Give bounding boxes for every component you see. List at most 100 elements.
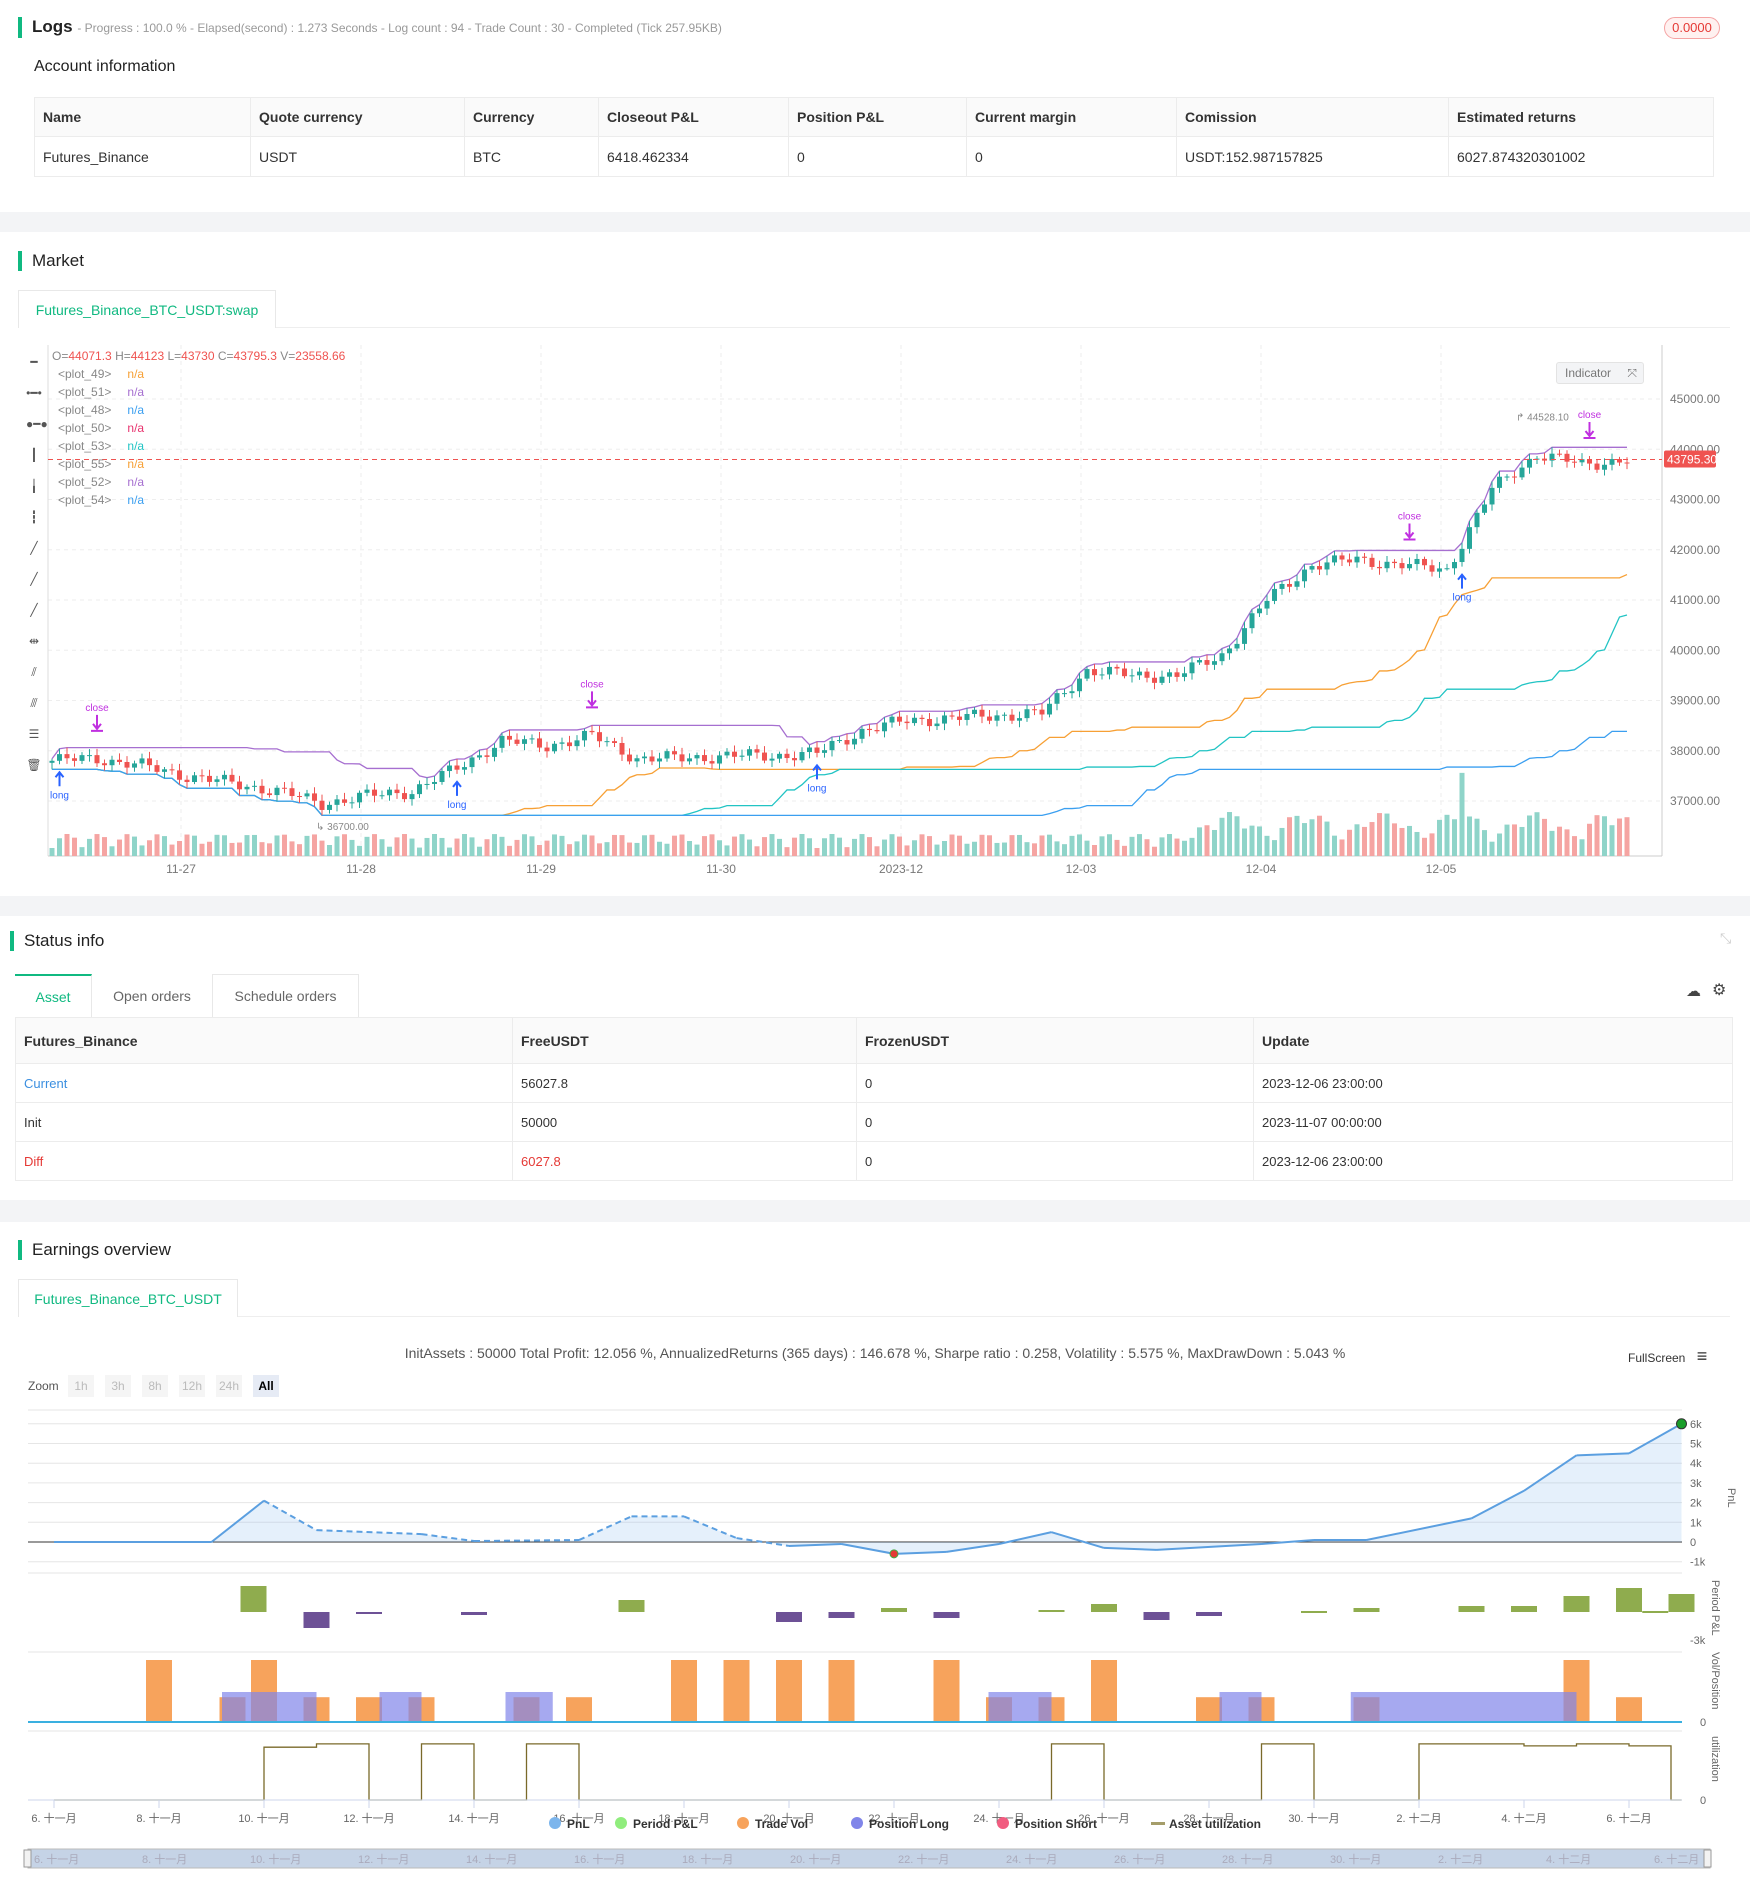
- volume-bar: [1107, 834, 1112, 856]
- price-tick-label: 37000.00: [1670, 794, 1720, 808]
- col-name: Name: [34, 97, 251, 137]
- candle-body: [852, 738, 857, 745]
- indicator-button[interactable]: Indicator ⤧: [1556, 362, 1644, 384]
- x-tick-label: 4. 十二月: [1501, 1811, 1546, 1825]
- volume-bar: [1332, 835, 1337, 856]
- candle-body: [304, 793, 310, 797]
- candle-body: [364, 789, 370, 793]
- h-label: H=: [111, 349, 131, 363]
- v-label: V=: [276, 349, 296, 363]
- navigator-handle-right[interactable]: [1703, 1849, 1712, 1868]
- tab-asset[interactable]: Asset: [15, 974, 92, 1017]
- volume-bar: [237, 842, 242, 856]
- volume-bar: [1017, 834, 1022, 856]
- period-pnl-bar: [618, 1600, 645, 1612]
- zoom-All-button[interactable]: All: [253, 1375, 279, 1397]
- volume-bar: [1579, 839, 1585, 856]
- account-row: Futures_Binance USDT BTC 6418.462334 0 0 USDT:…: [34, 136, 1714, 177]
- signal-close-label: close: [1398, 512, 1422, 523]
- volume-bar: [1369, 822, 1375, 856]
- candle-body: [87, 755, 92, 757]
- fullscreen-button[interactable]: FullScreen ≡: [1628, 1346, 1707, 1367]
- volume-bar: [1542, 818, 1547, 856]
- collapse-icon[interactable]: ⤡: [1720, 930, 1731, 947]
- date-tick-label: 11-29: [526, 862, 556, 876]
- volume-bar: [1354, 824, 1360, 856]
- long-arrow-icon: [812, 763, 822, 780]
- cell: 6027.874320301002: [1448, 136, 1714, 177]
- legend-item-label[interactable]: Position Long: [869, 1817, 949, 1831]
- legend-item-label[interactable]: Trade Vol: [755, 1817, 808, 1831]
- period-pnl-bar: [240, 1586, 267, 1612]
- candle-body: [604, 741, 610, 743]
- candle-body: [709, 761, 715, 764]
- volume-bar: [754, 846, 760, 856]
- candle-body: [1032, 709, 1037, 711]
- cell: USDT:152.987157825: [1176, 136, 1449, 177]
- volume-bar: [1092, 845, 1097, 856]
- volume-bar: [147, 840, 152, 856]
- navigator-handle-left[interactable]: [23, 1849, 32, 1868]
- tab-schedule-orders[interactable]: Schedule orders: [212, 974, 359, 1017]
- l-label: L=: [164, 349, 182, 363]
- candle-body: [319, 800, 325, 810]
- zoom-12h-button[interactable]: 12h: [179, 1375, 205, 1397]
- candle-body: [57, 754, 62, 761]
- legend-dot-icon: [737, 1817, 749, 1829]
- candle-body: [409, 794, 415, 800]
- candle-body: [349, 802, 355, 804]
- legend-item-label[interactable]: Period P&L: [633, 1817, 698, 1831]
- volume-bar: [387, 846, 392, 856]
- plot-legend-item: <plot_54> n/a: [58, 493, 144, 507]
- candle-body: [312, 793, 317, 801]
- x-tick-label: 14. 十一月: [448, 1811, 499, 1825]
- volume-bar: [1482, 830, 1487, 856]
- candle-body: [334, 799, 340, 805]
- volume-bar: [477, 846, 482, 856]
- volume-bar: [1039, 835, 1045, 856]
- volume-bar: [1287, 817, 1292, 856]
- legend-dot-icon: [615, 1817, 627, 1829]
- volume-bar: [1452, 819, 1457, 856]
- x-tick-label: 6. 十二月: [1606, 1811, 1651, 1825]
- zoom-24h-button[interactable]: 24h: [216, 1375, 242, 1397]
- volume-bar: [1257, 826, 1262, 856]
- trade-vol-bar: [933, 1660, 960, 1722]
- period-pnl-bar: [1511, 1606, 1537, 1612]
- candle-body: [1467, 527, 1472, 549]
- volume-bar: [132, 836, 137, 856]
- cloud-upload-icon[interactable]: ☁: [1686, 982, 1701, 1000]
- menu-icon[interactable]: ≡: [1697, 1346, 1708, 1366]
- candle-body: [387, 789, 392, 796]
- legend-item-label[interactable]: PnL: [567, 1817, 590, 1831]
- tab-market-symbol[interactable]: Futures_Binance_BTC_USDT:swap: [18, 290, 276, 328]
- volume-bar: [649, 834, 655, 856]
- row-label-current[interactable]: Current: [15, 1063, 513, 1103]
- zoom-1h-button[interactable]: 1h: [68, 1375, 94, 1397]
- tab-bar-line: [18, 1316, 1730, 1317]
- candle-body: [619, 742, 625, 755]
- volume-bar: [919, 834, 925, 856]
- legend-item-label[interactable]: Asset utilization: [1169, 1817, 1261, 1831]
- zoom-8h-button[interactable]: 8h: [142, 1375, 168, 1397]
- date-tick-label: 11-28: [346, 862, 376, 876]
- fullscreen-icon[interactable]: ⤧: [1627, 363, 1637, 383]
- volume-bar: [994, 842, 1000, 856]
- volume-bar: [724, 845, 730, 856]
- volume-bar: [799, 834, 805, 856]
- market-chart[interactable]: 45000.0044000.0043000.0042000.0041000.00…: [0, 340, 1750, 880]
- candle-body: [1399, 563, 1405, 569]
- period-pnl-bar: [828, 1612, 855, 1618]
- earnings-chart[interactable]: 6k5k4k3k2k1k0-1kPnL-3kPeriod P&L0Vol/Pos…: [0, 1400, 1750, 1890]
- tab-earnings-symbol[interactable]: Futures_Binance_BTC_USDT: [18, 1279, 238, 1317]
- tab-open-orders[interactable]: Open orders: [92, 974, 212, 1017]
- candle-body: [567, 742, 572, 747]
- gear-icon[interactable]: ⚙: [1712, 980, 1726, 1000]
- zoom-3h-button[interactable]: 3h: [105, 1375, 131, 1397]
- candle-body: [507, 735, 512, 740]
- candle-body: [1114, 666, 1120, 669]
- trade-vol-bar: [146, 1660, 172, 1722]
- legend-item-label[interactable]: Position Short: [1015, 1817, 1097, 1831]
- high-marker-label: ↱ 44528.10: [1516, 413, 1569, 424]
- candle-body: [904, 721, 910, 724]
